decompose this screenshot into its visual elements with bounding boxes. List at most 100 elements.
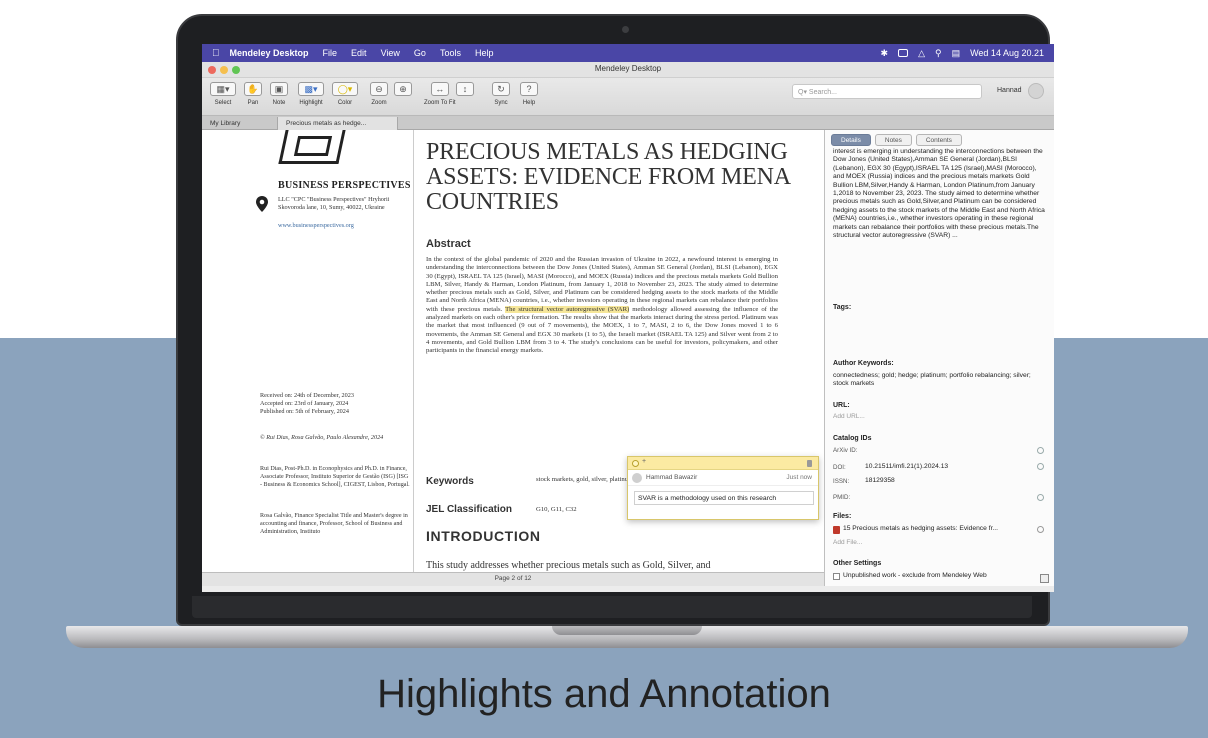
doi-key: DOI: (833, 464, 846, 471)
laptop-notch (552, 626, 702, 635)
sticky-note[interactable]: + Hammad Bawazir Just now SVAR is a meth… (627, 456, 819, 520)
note-text-field[interactable]: SVAR is a methodology used on this resea… (634, 491, 814, 505)
abstract-text[interactable]: In the context of the global pandemic of… (426, 256, 778, 356)
abstract-heading: Abstract (426, 238, 471, 250)
abstract-text-part2: methodology allowed assessing the influe… (426, 305, 779, 355)
menu-bar:  Mendeley Desktop File Edit View Go Too… (202, 44, 1054, 62)
note-button[interactable]: ▣ Note (270, 82, 288, 106)
menu-tools[interactable]: Tools (440, 48, 461, 58)
menu-edit[interactable]: Edit (351, 48, 367, 58)
files-label: Files: (833, 513, 852, 520)
pan-label: Pan (247, 100, 259, 106)
details-panel: Details Notes Contents interest is emerg… (824, 130, 1054, 586)
menu-file[interactable]: File (323, 48, 338, 58)
pmid-lookup-icon[interactable] (1037, 494, 1044, 501)
catalog-ids-label: Catalog IDs (833, 435, 872, 442)
note-header: + (628, 457, 818, 470)
search-input[interactable]: Q▾ Search... (792, 84, 982, 99)
color-button[interactable]: ◯▾ Color (332, 82, 358, 106)
publisher-url[interactable]: www.businessperspectives.org (278, 222, 354, 229)
arxiv-lookup-icon[interactable] (1037, 447, 1044, 454)
keywords-heading: Keywords (426, 476, 474, 487)
publication-dates: Received on: 24th of December, 2023 Acce… (260, 392, 410, 416)
tab-document[interactable]: Precious metals as hedge... (278, 117, 398, 130)
user-name[interactable]: Hannad (997, 87, 1022, 94)
note-icon: ▣ (270, 82, 288, 96)
panel-toggle-icon[interactable] (1040, 574, 1049, 583)
apple-icon[interactable]:  (212, 48, 220, 59)
fit-height-button[interactable]: ↕ (456, 82, 474, 100)
laptop-screen:  Mendeley Desktop File Edit View Go Too… (202, 44, 1054, 592)
pdf-sidebar-column: BUSINESS PERSPECTIVES LLC "CPC "Business… (202, 130, 414, 572)
window-title: Mendeley Desktop (594, 64, 662, 73)
trash-icon[interactable] (807, 460, 812, 467)
wifi-icon[interactable]: △ (918, 48, 925, 59)
pmid-key: PMID: (833, 494, 851, 501)
fit-height-icon: ↕ (456, 82, 474, 96)
note-color-icon[interactable] (632, 460, 639, 467)
menu-view[interactable]: View (381, 48, 400, 58)
url-label: URL: (833, 402, 850, 409)
camera (622, 26, 629, 33)
help-button[interactable]: ? Help (520, 82, 538, 106)
pan-button[interactable]: ✋ Pan (244, 82, 262, 106)
attached-file[interactable]: 15 Precious metals as hedging assets: Ev… (843, 525, 1033, 533)
battery-icon[interactable] (898, 49, 909, 57)
zoom-out-button[interactable]: ⊖ Zoom (370, 82, 388, 106)
status-area: ✱ △ ⚲ ▤ Wed 14 Aug 20.21 (881, 44, 1044, 62)
note-author-row: Hammad Bawazir Just now (628, 470, 818, 486)
sync-icon: ↻ (492, 82, 510, 96)
highlighted-text[interactable]: The structural vector autoregressive (SV… (505, 305, 630, 313)
add-file-button[interactable]: Add File... (833, 539, 862, 546)
received-date: Received on: 24th of December, 2023 (260, 392, 354, 399)
bluetooth-icon[interactable]: ✱ (881, 48, 889, 59)
color-label: Color (337, 100, 353, 106)
menu-help[interactable]: Help (475, 48, 494, 58)
note-add-icon[interactable]: + (642, 458, 646, 465)
tab-notes[interactable]: Notes (874, 134, 912, 146)
doi-lookup-icon[interactable] (1037, 463, 1044, 470)
introduction-heading: INTRODUCTION (426, 528, 541, 544)
note-label: Note (272, 100, 286, 106)
details-abstract[interactable]: interest is emerging in understanding th… (833, 148, 1049, 240)
highlight-button[interactable]: ▩▾ Highlight (298, 82, 324, 106)
note-timestamp: Just now (786, 474, 812, 481)
pdf-file-icon (833, 526, 840, 534)
clock[interactable]: Wed 14 Aug 20.21 (970, 48, 1044, 58)
avatar[interactable] (1028, 83, 1044, 99)
laptop-bezel-bottom (192, 596, 1032, 618)
jel-heading: JEL Classification (426, 504, 512, 515)
sync-label: Sync (494, 100, 508, 106)
author-keywords-value[interactable]: connectedness; gold; hedge; platinum; po… (833, 372, 1047, 389)
tab-contents[interactable]: Contents (915, 134, 962, 146)
color-icon: ◯▾ (332, 82, 358, 96)
arxiv-key: ArXiv ID: (833, 447, 858, 454)
sync-button[interactable]: ↻ Sync (492, 82, 510, 106)
location-pin-icon (256, 196, 268, 212)
help-icon: ? (520, 82, 538, 96)
fit-width-button[interactable]: ↔ Zoom To Fit (424, 82, 456, 106)
issn-value[interactable]: 18129358 (865, 477, 895, 484)
zoom-to-fit-label: Zoom To Fit (424, 100, 456, 106)
accepted-date: Accepted on: 23rd of January, 2024 (260, 400, 349, 407)
note-avatar (632, 473, 642, 483)
details-tabs: Details Notes Contents (831, 134, 962, 146)
page-indicator: Page 2 of 12 (494, 575, 532, 582)
unpublished-checkbox[interactable] (833, 573, 840, 580)
menu-go[interactable]: Go (414, 48, 426, 58)
spotlight-icon[interactable]: ⚲ (935, 48, 942, 59)
zoom-in-button[interactable]: ⊕ (394, 82, 412, 100)
zoom-in-icon: ⊕ (394, 82, 412, 96)
control-center-icon[interactable]: ▤ (952, 48, 961, 59)
tab-my-library[interactable]: My Library (202, 117, 278, 130)
unpublished-label: Unpublished work - exclude from Mendeley… (843, 572, 987, 579)
menu-app-name[interactable]: Mendeley Desktop (230, 48, 309, 58)
doi-value[interactable]: 10.21511/imfi.21(1).2024.13 (865, 463, 948, 470)
add-url-field[interactable]: Add URL... (833, 413, 865, 420)
select-button[interactable]: ▦▾ Select (210, 82, 236, 106)
paper-title: PRECIOUS METALS AS HEDGING ASSETS: EVIDE… (426, 139, 790, 215)
pdf-viewer[interactable]: BUSINESS PERSPECTIVES LLC "CPC "Business… (202, 130, 824, 572)
hand-icon: ✋ (244, 82, 262, 96)
publisher-logo-inner (293, 136, 333, 156)
tab-details[interactable]: Details (831, 134, 871, 146)
